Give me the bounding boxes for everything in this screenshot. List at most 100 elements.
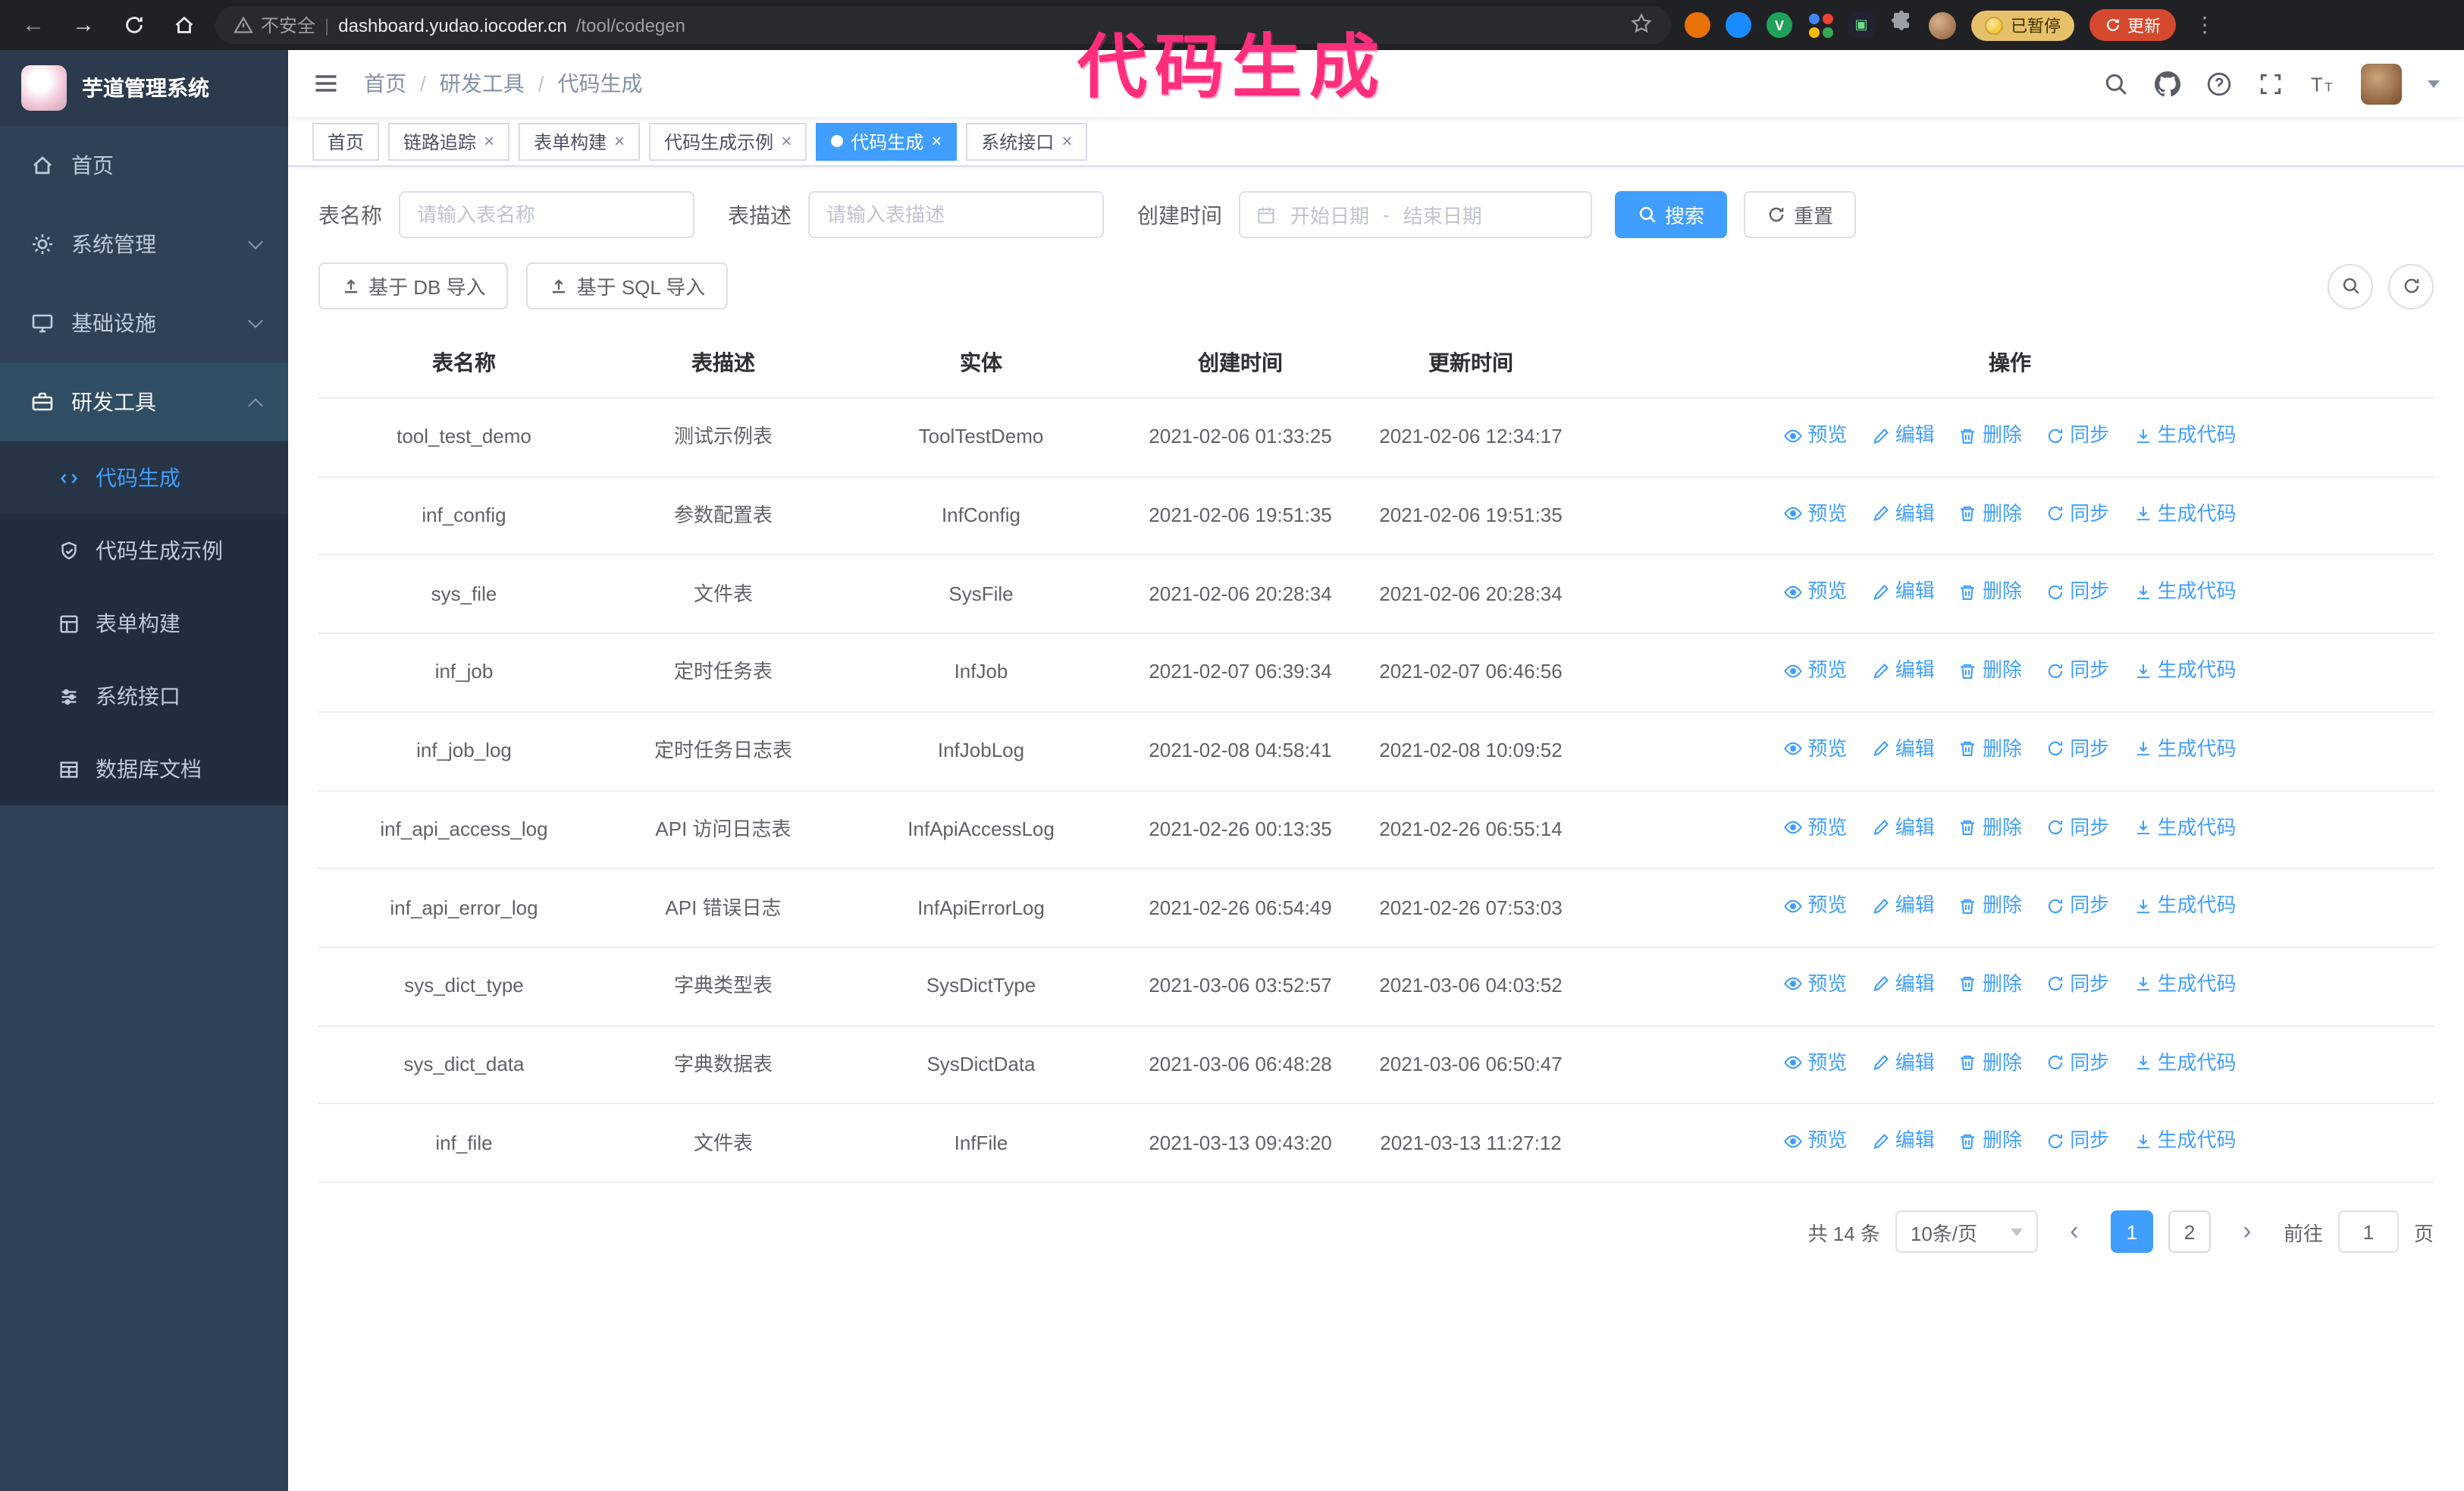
bookmark-star-icon[interactable]: [1630, 11, 1653, 39]
generate-code-link[interactable]: 生成代码: [2133, 498, 2237, 529]
sidebar-item-codegen[interactable]: 代码生成: [0, 441, 288, 514]
breadcrumb-group[interactable]: 研发工具: [440, 68, 525, 99]
sync-link[interactable]: 同步: [2045, 890, 2109, 921]
generate-code-link[interactable]: 生成代码: [2133, 655, 2237, 686]
user-menu-caret-icon[interactable]: [2428, 80, 2440, 87]
edit-link[interactable]: 编辑: [1871, 734, 1935, 764]
extension-icon-orange[interactable]: [1685, 12, 1710, 38]
tab-home[interactable]: 首页: [312, 122, 380, 160]
edit-link[interactable]: 编辑: [1871, 420, 1935, 450]
page-size-select[interactable]: 10条/页: [1895, 1210, 2038, 1254]
preview-link[interactable]: 预览: [1783, 812, 1847, 843]
sidebar-item-codegen-example[interactable]: 代码生成示例: [0, 514, 288, 587]
edit-link[interactable]: 编辑: [1871, 969, 1935, 1000]
sync-link[interactable]: 同步: [2045, 577, 2109, 607]
close-icon[interactable]: ×: [781, 132, 792, 150]
preview-link[interactable]: 预览: [1783, 734, 1847, 764]
sync-link[interactable]: 同步: [2045, 1047, 2109, 1078]
sidebar-item-system-api[interactable]: 系统接口: [0, 660, 288, 733]
delete-link[interactable]: 删除: [1958, 1047, 2022, 1078]
import-db-button[interactable]: 基于 DB 导入: [318, 262, 509, 309]
sync-link[interactable]: 同步: [2045, 420, 2109, 450]
delete-link[interactable]: 删除: [1958, 812, 2022, 843]
paused-badge[interactable]: 已暂停: [1971, 10, 2074, 40]
sidebar-item-form-builder[interactable]: 表单构建: [0, 587, 288, 660]
home-icon[interactable]: [165, 7, 202, 43]
github-icon[interactable]: [2155, 71, 2180, 96]
generate-code-link[interactable]: 生成代码: [2133, 1126, 2237, 1157]
preview-link[interactable]: 预览: [1783, 969, 1847, 1000]
generate-code-link[interactable]: 生成代码: [2133, 969, 2237, 1000]
forward-icon[interactable]: →: [65, 7, 102, 43]
sidebar-item-home[interactable]: 首页: [0, 126, 288, 205]
table-desc-input[interactable]: [808, 191, 1104, 238]
browser-profile-avatar[interactable]: [1929, 11, 1956, 39]
generate-code-link[interactable]: 生成代码: [2133, 420, 2237, 450]
preview-link[interactable]: 预览: [1783, 498, 1847, 529]
edit-link[interactable]: 编辑: [1871, 1047, 1935, 1078]
browser-update-button[interactable]: 更新: [2089, 9, 2176, 41]
close-icon[interactable]: ×: [614, 132, 625, 150]
extension-icon-blue[interactable]: [1726, 12, 1751, 38]
help-icon[interactable]: [2206, 71, 2232, 96]
delete-link[interactable]: 删除: [1958, 969, 2022, 1000]
security-warning[interactable]: 不安全: [234, 12, 315, 38]
extension-icon-green-v[interactable]: V: [1766, 12, 1792, 38]
url-bar[interactable]: 不安全 | dashboard.yudao.iocoder.cn/tool/co…: [215, 6, 1671, 44]
font-size-icon[interactable]: TT: [2309, 71, 2335, 96]
table-name-input[interactable]: [399, 191, 694, 238]
toggle-search-button[interactable]: [2328, 263, 2373, 309]
date-end-placeholder[interactable]: 结束日期: [1403, 200, 1482, 229]
preview-link[interactable]: 预览: [1783, 1126, 1847, 1157]
page-button-2[interactable]: 2: [2168, 1210, 2211, 1254]
sidebar-item-system-management[interactable]: 系统管理: [0, 205, 288, 284]
search-icon[interactable]: [2103, 71, 2129, 96]
tab-system-api[interactable]: 系统接口 ×: [966, 122, 1088, 160]
browser-menu-icon[interactable]: ⋮: [2191, 12, 2218, 38]
preview-link[interactable]: 预览: [1783, 655, 1847, 686]
edit-link[interactable]: 编辑: [1871, 655, 1935, 686]
close-icon[interactable]: ×: [1061, 132, 1072, 150]
next-page-button[interactable]: ›: [2225, 1210, 2268, 1254]
date-range-picker[interactable]: 开始日期 - 结束日期: [1239, 191, 1592, 238]
delete-link[interactable]: 删除: [1958, 498, 2022, 529]
delete-link[interactable]: 删除: [1958, 577, 2022, 607]
back-icon[interactable]: ←: [15, 7, 52, 43]
extension-icon-multicolor[interactable]: [1807, 12, 1833, 38]
edit-link[interactable]: 编辑: [1871, 812, 1935, 843]
preview-link[interactable]: 预览: [1783, 1047, 1847, 1078]
edit-link[interactable]: 编辑: [1871, 1126, 1935, 1157]
tab-codegen-example[interactable]: 代码生成示例 ×: [649, 122, 807, 160]
extension-icon-dark[interactable]: ▣: [1848, 12, 1874, 38]
edit-link[interactable]: 编辑: [1871, 890, 1935, 921]
user-avatar[interactable]: [2361, 63, 2402, 104]
sync-link[interactable]: 同步: [2045, 498, 2109, 529]
delete-link[interactable]: 删除: [1958, 420, 2022, 450]
edit-link[interactable]: 编辑: [1871, 498, 1935, 529]
import-sql-button[interactable]: 基于 SQL 导入: [526, 262, 729, 309]
preview-link[interactable]: 预览: [1783, 577, 1847, 607]
reset-button[interactable]: 重置: [1744, 191, 1857, 238]
search-button[interactable]: 搜索: [1615, 191, 1728, 238]
prev-page-button[interactable]: ‹: [2052, 1210, 2096, 1254]
reload-icon[interactable]: [115, 7, 152, 43]
breadcrumb-home[interactable]: 首页: [364, 68, 406, 99]
delete-link[interactable]: 删除: [1958, 655, 2022, 686]
sidebar-item-infrastructure[interactable]: 基础设施: [0, 284, 288, 363]
close-icon[interactable]: ×: [931, 132, 942, 150]
sidebar-item-dev-tools[interactable]: 研发工具: [0, 363, 288, 441]
close-icon[interactable]: ×: [484, 132, 494, 150]
fullscreen-icon[interactable]: [2258, 71, 2284, 96]
sync-link[interactable]: 同步: [2045, 1126, 2109, 1157]
generate-code-link[interactable]: 生成代码: [2133, 812, 2237, 843]
generate-code-link[interactable]: 生成代码: [2133, 734, 2237, 764]
generate-code-link[interactable]: 生成代码: [2133, 577, 2237, 607]
page-button-1[interactable]: 1: [2110, 1210, 2153, 1254]
sync-link[interactable]: 同步: [2045, 734, 2109, 764]
tab-form-builder[interactable]: 表单构建 ×: [519, 122, 641, 160]
refresh-table-button[interactable]: [2388, 263, 2434, 309]
sync-link[interactable]: 同步: [2045, 969, 2109, 1000]
delete-link[interactable]: 删除: [1958, 734, 2022, 764]
sync-link[interactable]: 同步: [2045, 655, 2109, 686]
extensions-puzzle-icon[interactable]: [1889, 9, 1914, 41]
